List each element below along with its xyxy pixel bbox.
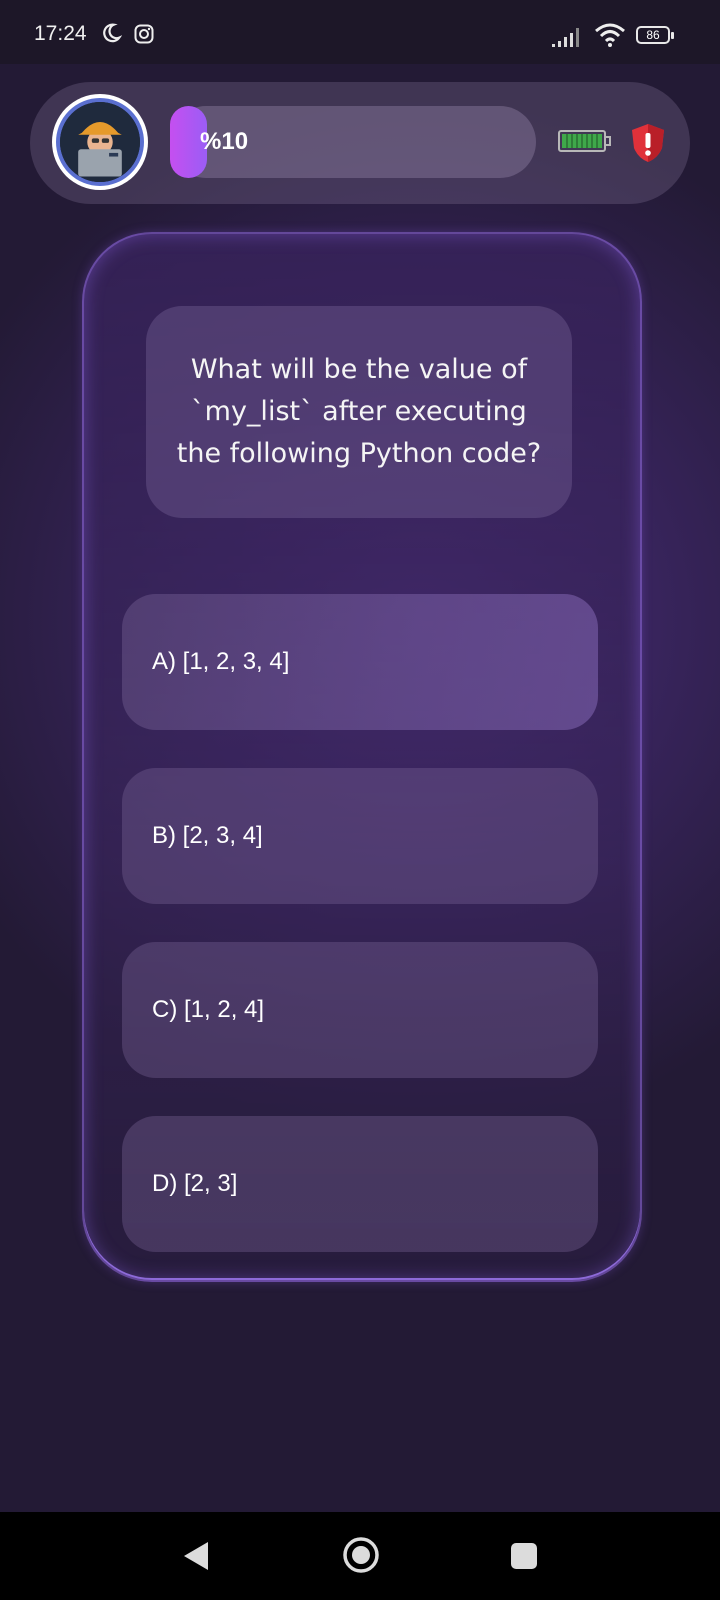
status-time: 17:24 [34,22,87,45]
answer-label: C) [1, 2, 4] [152,996,265,1023]
back-icon[interactable] [182,1540,210,1572]
home-icon[interactable] [342,1536,380,1574]
avatar-image [56,98,144,186]
moon-icon [103,23,122,43]
answer-option-c[interactable]: C) [1, 2, 4] [122,942,598,1078]
instagram-icon [134,24,154,44]
wifi-icon [595,23,625,47]
shield-alert-icon[interactable] [628,122,668,164]
answer-label: B) [2, 3, 4] [152,822,263,849]
battery-power-icon[interactable] [558,128,612,154]
avatar[interactable] [52,94,148,190]
answer-label: D) [2, 3] [152,1170,238,1197]
signal-icon [552,28,579,47]
recents-icon[interactable] [511,1543,537,1569]
question-text: What will be the value of `my_list` afte… [176,354,542,469]
answer-label: A) [1, 2, 3, 4] [152,648,290,675]
progress-bar: %10 [170,106,536,178]
answer-option-b[interactable]: B) [2, 3, 4] [122,768,598,904]
avatar-illustration [60,102,140,182]
header-bar: %10 [30,82,690,204]
question-box: What will be the value of `my_list` afte… [146,306,572,518]
progress-label: %10 [200,128,249,155]
answer-option-a[interactable]: A) [1, 2, 3, 4] [122,594,598,730]
answer-option-d[interactable]: D) [2, 3] [122,1116,598,1252]
battery-icon: 86 [636,26,674,44]
status-bar: 17:24 86 [0,0,720,64]
